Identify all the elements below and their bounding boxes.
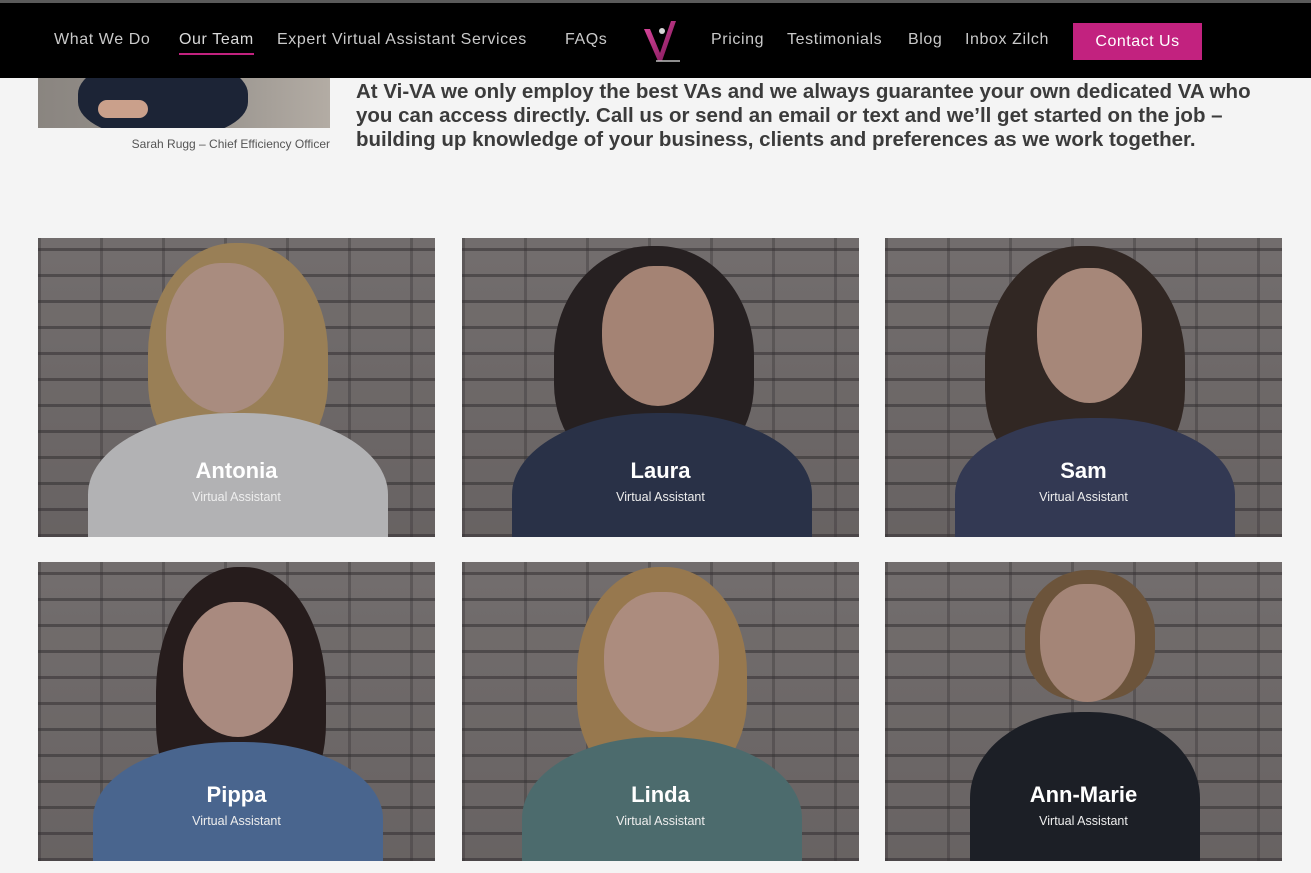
nav-inbox-zilch[interactable]: Inbox Zilch	[965, 31, 1049, 49]
founder-caption: Sarah Rugg – Chief Efficiency Officer	[131, 137, 330, 151]
team-member-name: Ann-Marie	[1029, 782, 1138, 807]
team-member-role: Virtual Assistant	[192, 814, 281, 828]
team-card-laura[interactable]: Laura Virtual Assistant	[462, 238, 859, 537]
team-card-ann-marie[interactable]: Ann-Marie Virtual Assistant	[885, 562, 1282, 861]
nav-what-we-do[interactable]: What We Do	[54, 31, 150, 49]
team-card-linda[interactable]: Linda Virtual Assistant	[462, 562, 859, 861]
team-member-role: Virtual Assistant	[1039, 814, 1128, 828]
nav-pricing[interactable]: Pricing	[711, 31, 764, 49]
founder-photo	[38, 78, 330, 128]
intro-text: At Vi-VA we only employ the best VAs and…	[356, 80, 1251, 151]
team-member-name: Laura	[630, 458, 691, 483]
team-member-name: Antonia	[195, 458, 278, 483]
team-member-role: Virtual Assistant	[616, 814, 705, 828]
team-member-role: Virtual Assistant	[616, 490, 705, 504]
vi-va-logo-icon	[644, 21, 680, 62]
nav-expert-va-services[interactable]: Expert Virtual Assistant Services	[277, 31, 527, 49]
vi-va-logo[interactable]	[638, 17, 686, 65]
main-nav: What We Do Our Team Expert Virtual Assis…	[0, 3, 1311, 78]
team-card-pippa[interactable]: Pippa Virtual Assistant	[38, 562, 435, 861]
team-member-name: Linda	[631, 782, 690, 807]
team-member-name: Pippa	[206, 782, 267, 807]
nav-our-team[interactable]: Our Team	[179, 31, 254, 55]
team-card-antonia[interactable]: Antonia Virtual Assistant	[38, 238, 435, 537]
team-member-role: Virtual Assistant	[192, 490, 281, 504]
nav-testimonials[interactable]: Testimonials	[787, 31, 882, 49]
contact-us-button[interactable]: Contact Us	[1073, 23, 1202, 60]
team-member-name: Sam	[1060, 458, 1107, 483]
nav-blog[interactable]: Blog	[908, 31, 942, 49]
team-card-sam[interactable]: Sam Virtual Assistant	[885, 238, 1282, 537]
team-member-role: Virtual Assistant	[1039, 490, 1128, 504]
nav-faqs[interactable]: FAQs	[565, 31, 607, 49]
